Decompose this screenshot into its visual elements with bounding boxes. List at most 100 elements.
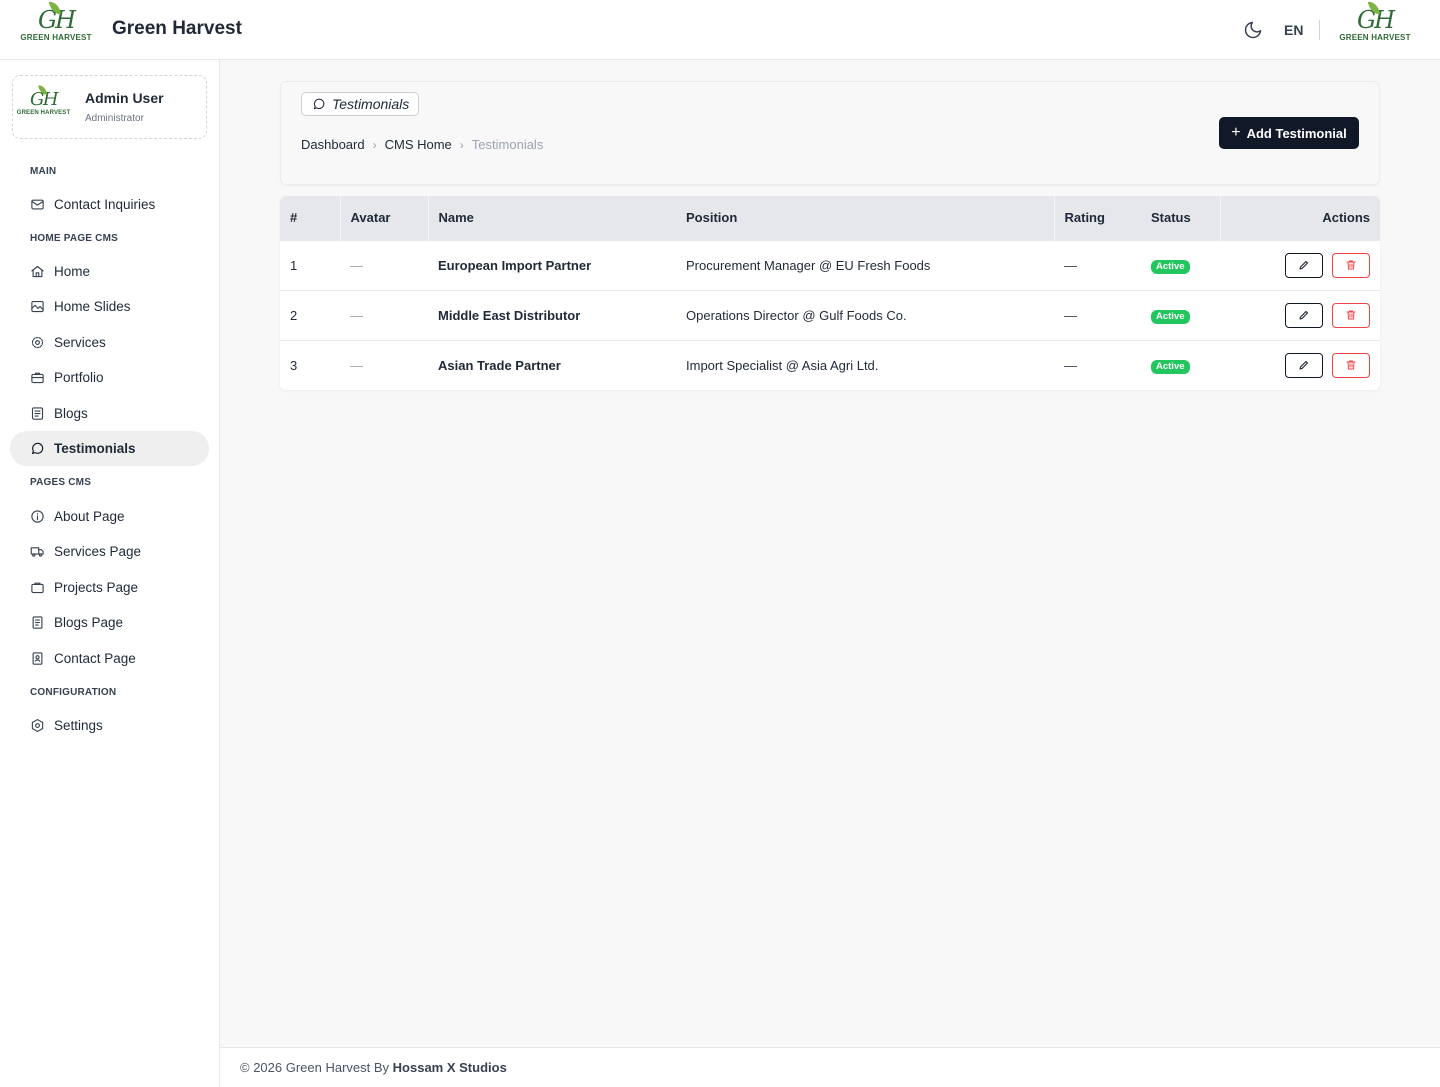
table-row: 2 — Middle East Distributor Operations D… — [280, 289, 1380, 340]
row-status: Active — [1141, 289, 1220, 340]
sidebar-item-label: Blogs — [54, 406, 88, 421]
breadcrumb-dashboard[interactable]: Dashboard — [301, 137, 365, 152]
edit-button[interactable] — [1285, 352, 1323, 378]
settings-icon — [31, 719, 44, 732]
divider — [1319, 20, 1320, 40]
sidebar: GH GREEN HARVEST Admin User Administrato… — [0, 60, 220, 1087]
image-icon — [31, 300, 44, 313]
edit-button[interactable] — [1285, 302, 1323, 328]
delete-button[interactable] — [1332, 352, 1370, 378]
sidebar-item-about-page[interactable]: About Page — [10, 499, 209, 534]
section-pages-cms: PAGES CMS — [30, 477, 92, 488]
column-header-actions: Actions — [1219, 196, 1380, 240]
sidebar-item-home[interactable]: Home — [10, 254, 209, 289]
top-bar: GH GREEN HARVEST Green Harvest EN GH GRE… — [0, 0, 1440, 60]
row-actions — [1220, 339, 1380, 390]
pencil-icon — [1299, 261, 1308, 270]
brand-logo-right[interactable]: GH GREEN HARVEST — [1339, 0, 1411, 42]
column-header-number: # — [290, 210, 298, 226]
row-number: 2 — [280, 289, 340, 340]
add-testimonial-label: Add Testimonial — [1246, 125, 1347, 141]
sidebar-item-services-page[interactable]: Services Page — [10, 534, 209, 569]
add-testimonial-button[interactable]: + Add Testimonial — [1219, 117, 1359, 149]
page-title: Testimonials — [301, 92, 420, 116]
sidebar-item-label: Blogs Page — [54, 615, 124, 630]
mail-icon — [31, 199, 44, 210]
avatar: GH GREEN HARVEST — [17, 84, 70, 116]
sidebar-item-label: Services Page — [54, 544, 142, 559]
row-name: Asian Trade Partner — [428, 339, 676, 390]
row-avatar: — — [340, 289, 428, 340]
sidebar-item-services[interactable]: Services — [10, 325, 209, 360]
row-rating: — — [1054, 289, 1141, 340]
row-name: European Import Partner — [428, 239, 676, 290]
row-actions — [1220, 289, 1380, 340]
row-number: 1 — [280, 239, 340, 290]
edit-button[interactable] — [1285, 252, 1323, 278]
section-main: MAIN — [30, 166, 57, 177]
status-badge: Active — [1151, 359, 1190, 374]
footer: © 2026 Green Harvest By Hossam X Studios — [220, 1047, 1440, 1087]
section-configuration: CONFIGURATION — [30, 687, 117, 698]
truck-icon — [30, 547, 44, 557]
testimonials-table: # Avatar Name Position Rating Status Act… — [280, 196, 1380, 390]
trash-icon — [1346, 310, 1356, 320]
delete-button[interactable] — [1332, 252, 1370, 278]
brand-logo[interactable]: GH GREEN HARVEST — [20, 0, 91, 42]
contact-book-icon — [32, 652, 43, 665]
sidebar-item-contact-inquiries[interactable]: Contact Inquiries — [10, 187, 209, 222]
column-header-rating: Rating — [1053, 196, 1141, 240]
logo-mark: GH — [1357, 0, 1395, 32]
document-icon — [31, 407, 44, 420]
footer-copyright: © 2026 Green Harvest By — [240, 1060, 393, 1075]
sidebar-item-contact-page[interactable]: Contact Page — [10, 641, 209, 676]
briefcase-icon — [31, 372, 44, 384]
sidebar-item-projects-page[interactable]: Projects Page — [10, 570, 209, 605]
breadcrumb: Dashboard › CMS Home › Testimonials — [301, 137, 543, 152]
status-badge: Active — [1151, 309, 1190, 324]
moon-icon[interactable] — [1243, 20, 1263, 40]
bag-icon — [31, 582, 44, 594]
sidebar-item-label: Projects Page — [54, 580, 139, 595]
language-switcher[interactable]: EN — [1284, 22, 1303, 38]
sidebar-item-home-slides[interactable]: Home Slides — [10, 289, 209, 324]
table-row: 3 — Asian Trade Partner Import Specialis… — [280, 339, 1380, 390]
sidebar-item-label: Services — [54, 335, 106, 350]
home-icon — [31, 265, 44, 278]
user-name: Admin User — [85, 90, 164, 106]
sidebar-item-label: About Page — [54, 509, 125, 524]
pencil-icon — [1299, 311, 1308, 320]
sidebar-item-testimonials[interactable]: Testimonials — [10, 431, 209, 466]
sidebar-item-label: Testimonials — [54, 441, 136, 456]
chat-bubble-icon — [313, 98, 325, 110]
row-status: Active — [1141, 339, 1220, 390]
sidebar-item-label: Home — [54, 264, 91, 279]
sidebar-item-label: Contact Page — [54, 651, 136, 666]
trash-icon — [1346, 360, 1356, 370]
logo-text: GREEN HARVEST — [1339, 33, 1411, 42]
sidebar-item-settings[interactable]: Settings — [10, 708, 209, 743]
footer-studio-link[interactable]: Hossam X Studios — [393, 1060, 507, 1075]
table-row: 1 — European Import Partner Procurement … — [280, 239, 1380, 290]
breadcrumb-cms-home[interactable]: CMS Home — [385, 137, 452, 152]
sidebar-item-blogs[interactable]: Blogs — [10, 396, 209, 431]
sidebar-item-blogs-page[interactable]: Blogs Page — [10, 605, 209, 640]
gear-icon — [31, 336, 44, 349]
pencil-icon — [1299, 361, 1308, 370]
logo-mark: GH — [38, 0, 76, 32]
row-avatar: — — [340, 339, 428, 390]
sidebar-item-portfolio[interactable]: Portfolio — [10, 360, 209, 395]
trash-icon — [1346, 260, 1356, 270]
delete-button[interactable] — [1332, 302, 1370, 328]
info-icon — [31, 510, 44, 523]
user-card[interactable]: GH GREEN HARVEST Admin User Administrato… — [12, 75, 207, 139]
user-role: Administrator — [85, 113, 144, 124]
chevron-right-icon: › — [372, 137, 377, 152]
sidebar-item-label: Home Slides — [54, 299, 131, 314]
status-badge: Active — [1151, 259, 1190, 274]
sidebar-item-label: Settings — [54, 718, 103, 733]
newspaper-icon — [32, 616, 43, 629]
row-actions — [1220, 239, 1380, 290]
row-rating: — — [1054, 239, 1141, 290]
sidebar-item-label: Portfolio — [54, 370, 104, 385]
